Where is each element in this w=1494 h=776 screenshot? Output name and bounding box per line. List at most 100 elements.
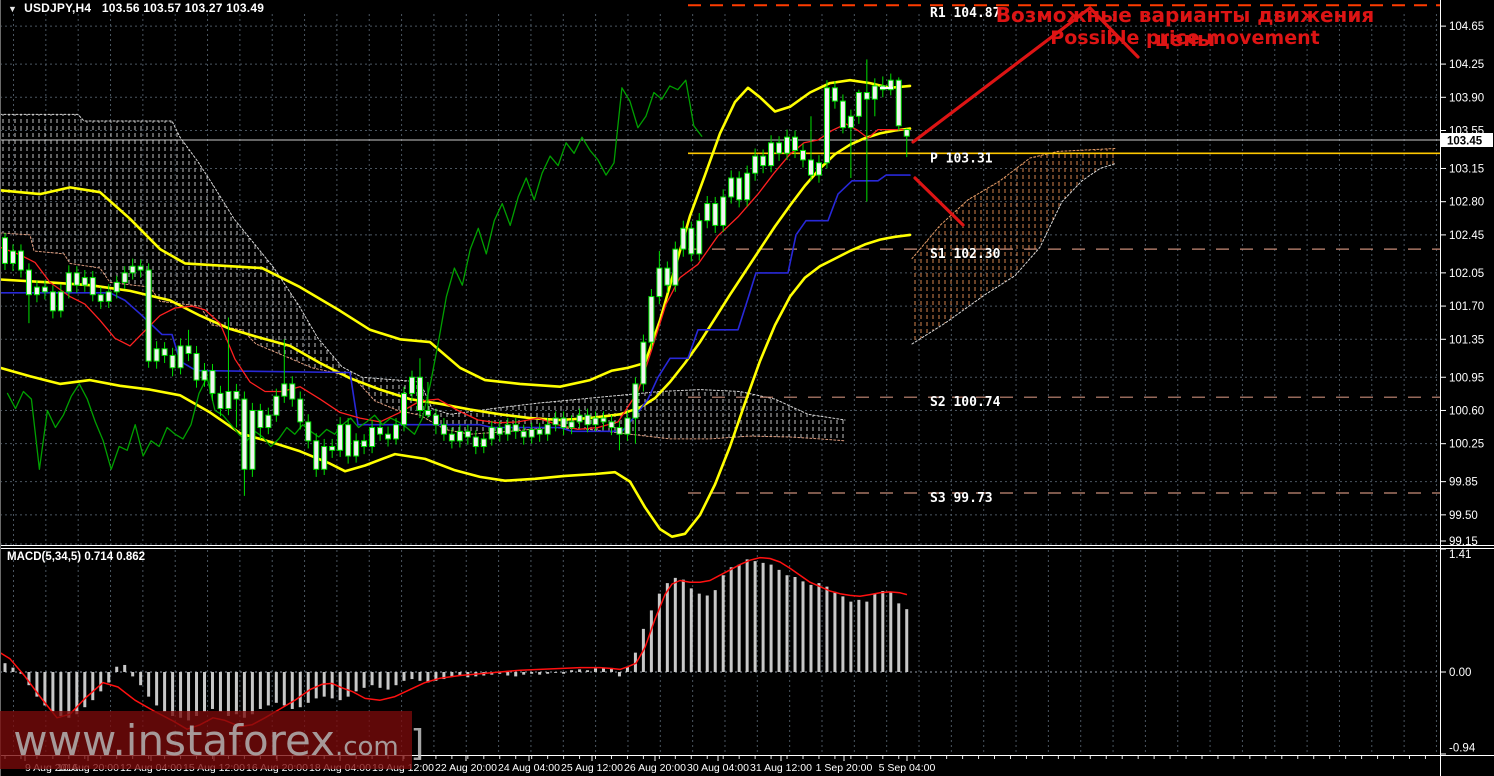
candle-body xyxy=(895,79,902,127)
candle-body xyxy=(488,427,495,440)
time-tick-label: 10 Aug 20:00 xyxy=(57,762,119,774)
candle-body xyxy=(193,353,200,381)
candle-body xyxy=(329,446,336,451)
time-tick-label: 24 Aug 04:00 xyxy=(498,762,560,774)
candle-body xyxy=(903,129,910,137)
price-tick-label: 104.25 xyxy=(1449,59,1484,71)
price-tick-label: 102.45 xyxy=(1449,230,1484,242)
candle-body xyxy=(265,414,272,429)
candle-body xyxy=(760,155,767,167)
candle-body xyxy=(839,100,846,129)
candle-body xyxy=(369,427,376,448)
time-tick-label: 19 Aug 12:00 xyxy=(372,762,434,774)
time-tick-label: 5 Sep 04:00 xyxy=(879,762,936,774)
candle-body xyxy=(464,430,471,438)
candle-body xyxy=(25,269,32,296)
candle-body xyxy=(536,428,543,435)
price-tick-label: 103.90 xyxy=(1449,92,1484,104)
candle-body xyxy=(377,427,384,435)
chart-title: ▼ USDJPY,H4 103.56 103.57 103.27 103.49 xyxy=(8,1,264,15)
candle-body xyxy=(624,417,631,435)
candle-body xyxy=(847,115,854,129)
candle-body xyxy=(696,220,703,255)
pivot-label-s2: S2 100.74 xyxy=(930,395,1001,410)
candle-body xyxy=(217,392,224,410)
candle-body xyxy=(736,177,743,201)
candle-body xyxy=(385,433,392,440)
candle-body xyxy=(424,409,431,416)
candle-body xyxy=(768,142,775,167)
candle-body xyxy=(712,203,719,226)
candle-body xyxy=(401,392,407,426)
time-tick-label: 16 Aug 20:00 xyxy=(246,762,308,774)
candle-body xyxy=(408,376,415,394)
candle-body xyxy=(552,417,559,426)
candle-body xyxy=(456,430,463,442)
candle-body xyxy=(600,417,607,423)
candle-body xyxy=(744,172,751,201)
pivot-label-s1: S1 102.30 xyxy=(930,247,1001,262)
candle-body xyxy=(241,398,248,470)
candle-body xyxy=(89,277,96,296)
candle-body xyxy=(672,248,679,286)
macd-indicator-label: MACD(5,34,5) 0.714 0.862 xyxy=(7,551,146,563)
candle-body xyxy=(584,414,591,426)
symbol-dropdown-icon[interactable]: ▼ xyxy=(8,4,17,14)
candle-body xyxy=(528,428,535,438)
candle-body xyxy=(257,409,264,429)
pivot-label-s3: S3 99.73 xyxy=(930,491,993,506)
time-tick-label: 22 Aug 20:00 xyxy=(435,762,497,774)
price-tick-label: 99.15 xyxy=(1449,536,1478,548)
price-tick-label: 101.70 xyxy=(1449,301,1484,313)
candle-body xyxy=(512,424,519,432)
price-tick-label: 101.35 xyxy=(1449,334,1484,346)
time-tick-label: 25 Aug 12:00 xyxy=(561,762,623,774)
candle-body xyxy=(17,250,24,271)
candle-body xyxy=(337,424,344,451)
candle-body xyxy=(704,203,711,222)
candle-body xyxy=(480,438,487,448)
candle-body xyxy=(33,286,40,296)
candle-body xyxy=(448,433,455,442)
time-tick-label: 31 Aug 12:00 xyxy=(750,762,812,774)
candle-body xyxy=(129,265,136,274)
macd-tick-label: 1.41 xyxy=(1449,549,1471,561)
price-chart-canvas[interactable]: R1 104.87P 103.31S1 102.30S2 100.74S3 99… xyxy=(0,0,1494,776)
candle-body xyxy=(49,291,56,312)
candle-body xyxy=(776,142,783,154)
candle-body xyxy=(784,136,791,154)
candle-body xyxy=(137,265,144,271)
symbol-ohlc-title: USDJPY,H4 103.56 103.57 103.27 103.49 xyxy=(24,1,265,15)
candle-body xyxy=(177,345,184,369)
candle-body xyxy=(2,237,8,264)
candle-body xyxy=(225,390,232,410)
candle-body xyxy=(9,250,16,264)
candle-body xyxy=(544,424,551,435)
candle-body xyxy=(632,383,639,419)
price-tick-label: 100.60 xyxy=(1449,405,1484,417)
candle-body xyxy=(313,440,320,470)
candle-body xyxy=(145,269,152,362)
current-price-value: 103.45 xyxy=(1447,136,1483,148)
candle-body xyxy=(520,430,527,438)
candle-body xyxy=(233,390,240,400)
candle-body xyxy=(871,85,878,100)
candle-body xyxy=(792,136,799,151)
candle-body xyxy=(807,159,814,176)
price-tick-label: 99.50 xyxy=(1449,510,1478,522)
candle-body xyxy=(353,440,360,457)
candle-body xyxy=(616,427,623,435)
candle-body xyxy=(728,177,735,198)
candle-body xyxy=(185,345,192,355)
candle-body xyxy=(169,354,176,369)
candle-body xyxy=(65,272,72,293)
candle-body xyxy=(393,424,400,440)
candle-body xyxy=(41,286,48,293)
candle-body xyxy=(161,348,168,356)
candle-body xyxy=(97,294,104,302)
candle-body xyxy=(496,427,503,435)
candle-body xyxy=(440,424,447,435)
candle-body xyxy=(121,272,128,283)
candle-body xyxy=(648,296,655,343)
candle-body xyxy=(680,227,687,250)
